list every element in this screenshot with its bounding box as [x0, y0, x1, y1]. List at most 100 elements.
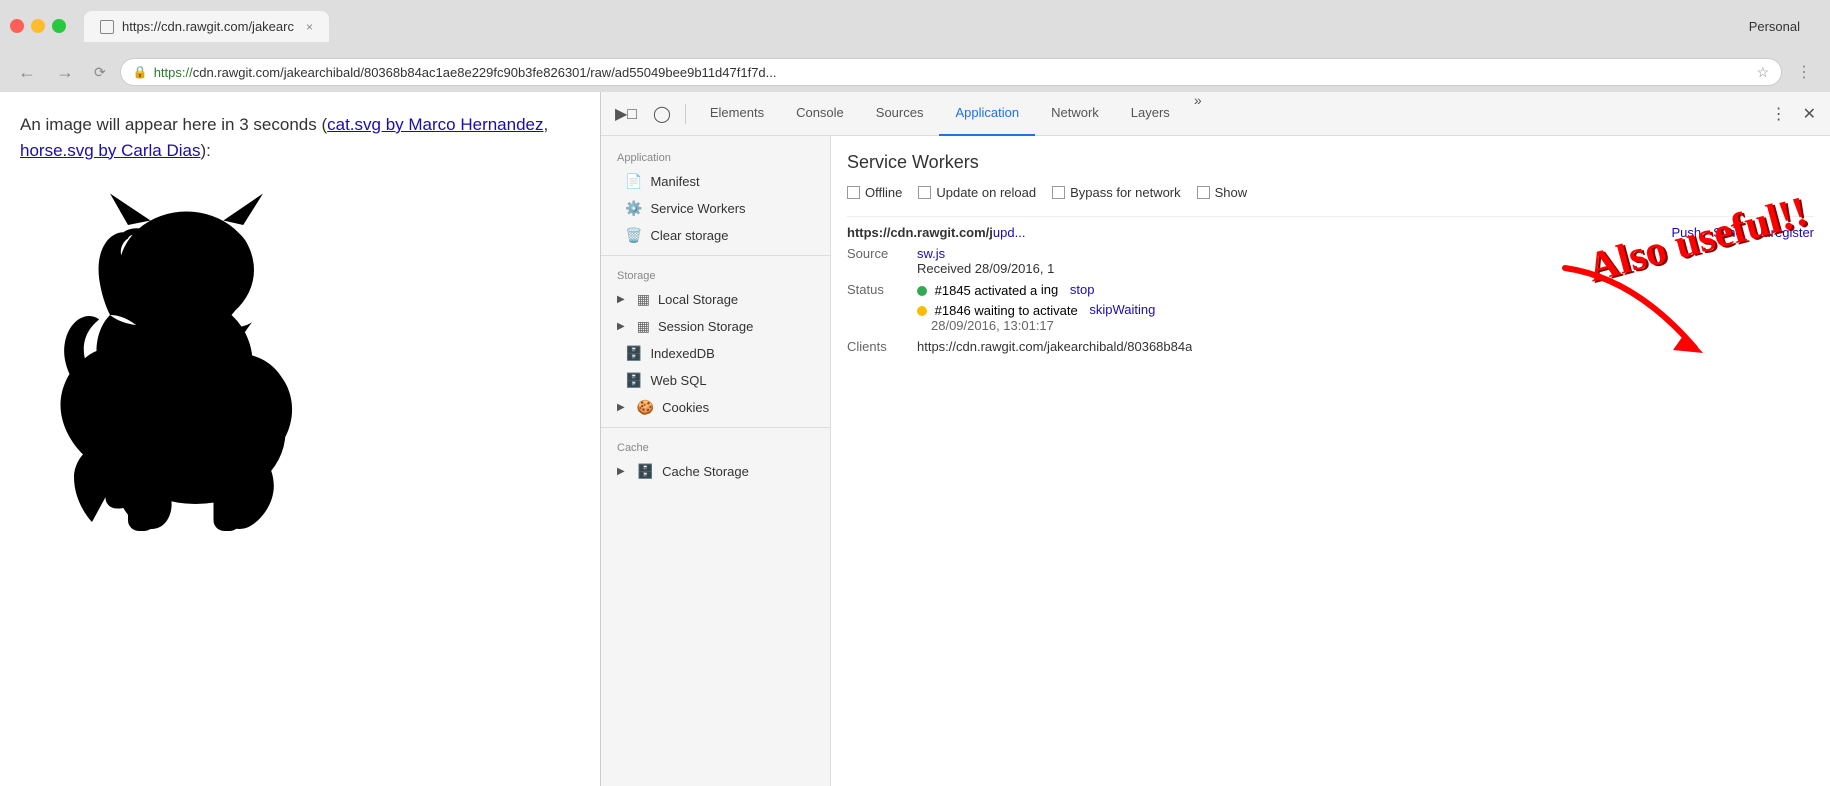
local-storage-icon: ▦ [637, 291, 650, 308]
browser-tab[interactable]: https://cdn.rawgit.com/jakearc × [84, 11, 329, 42]
page-text: An image will appear here in 3 seconds (… [20, 112, 580, 163]
tab-sources[interactable]: Sources [860, 92, 940, 136]
stop-link[interactable]: stop [1070, 282, 1095, 297]
tab-layers-label: Layers [1131, 105, 1170, 120]
main-content: An image will appear here in 3 seconds (… [0, 92, 1830, 786]
unregister-link[interactable]: Unregister [1754, 225, 1814, 240]
sidebar-item-service-workers[interactable]: ⚙️ Service Workers [601, 195, 830, 222]
devtools-toolbar: ▶□ ◯ Elements Console Sources [601, 92, 1830, 136]
toolbar-separator [685, 104, 686, 124]
sync-link[interactable]: Sync [1713, 225, 1742, 240]
sidebar-item-session-storage[interactable]: ▶ ▦ Session Storage [601, 313, 830, 340]
source-link[interactable]: sw.js [917, 246, 945, 261]
devtools-panel: ▶□ ◯ Elements Console Sources [600, 92, 1830, 786]
new-tab-button[interactable] [329, 10, 389, 42]
show-checkbox-box[interactable] [1197, 186, 1210, 199]
sidebar-local-storage-label: Local Storage [658, 292, 738, 307]
panel-title: Service Workers [847, 152, 1814, 173]
service-workers-icon: ⚙️ [625, 200, 642, 217]
update-on-reload-checkbox[interactable]: Update on reload [918, 185, 1036, 200]
sidebar-item-websql[interactable]: 🗄️ Web SQL [601, 367, 830, 394]
sidebar-item-clear-storage[interactable]: 🗑️ Clear storage [601, 222, 830, 249]
status-label: Status [847, 282, 917, 297]
cookies-arrow: ▶ [617, 402, 625, 413]
bookmark-icon[interactable]: ☆ [1756, 64, 1769, 81]
menu-icon[interactable]: ⋮ [1790, 60, 1818, 84]
worker-source-row: Source sw.js Received 28/09/2016, 1 [847, 246, 1814, 276]
local-storage-arrow: ▶ [617, 294, 625, 305]
status-1: #1845 activated a ing stop [917, 282, 1155, 298]
more-tabs-button[interactable]: » [1186, 92, 1210, 136]
status-1-dot [917, 286, 927, 296]
tab-elements-label: Elements [710, 105, 764, 120]
forward-button[interactable]: → [50, 60, 80, 85]
reload-button[interactable]: ⟳ [88, 62, 112, 83]
sidebar-manifest-label: Manifest [650, 174, 699, 189]
devtools-more-options[interactable]: ⋮ [1765, 100, 1793, 128]
offline-checkbox-box[interactable] [847, 186, 860, 199]
sidebar-websql-label: Web SQL [650, 373, 706, 388]
devtools-end-icons: ⋮ ✕ [1765, 100, 1822, 128]
url-bar[interactable]: 🔒 https://cdn.rawgit.com/jakearchibald/8… [120, 58, 1782, 86]
tab-network-label: Network [1051, 105, 1099, 120]
tab-favicon [100, 20, 114, 34]
status-1-text: #1845 activated a [935, 283, 1038, 298]
status-2-dot [917, 306, 927, 316]
indexeddb-icon: 🗄️ [625, 345, 642, 362]
sidebar-clear-storage-label: Clear storage [650, 228, 728, 243]
page-text-after: ): [200, 141, 210, 160]
tab-close-button[interactable]: × [306, 20, 313, 34]
update-on-reload-checkbox-box[interactable] [918, 186, 931, 199]
bypass-network-checkbox[interactable]: Bypass for network [1052, 185, 1181, 200]
tab-layers[interactable]: Layers [1115, 92, 1186, 136]
tab-elements[interactable]: Elements [694, 92, 780, 136]
devtools-close-button[interactable]: ✕ [1797, 100, 1822, 128]
show-label: Show [1215, 185, 1248, 200]
source-received: Received 28/09/2016, 1 [917, 261, 1054, 276]
status-2-time: 28/09/2016, 13:01:17 [931, 318, 1054, 333]
panel-options: Offline Update on reload Bypass for netw… [847, 185, 1814, 200]
tab-console-label: Console [796, 105, 844, 120]
page-content: An image will appear here in 3 seconds (… [0, 92, 600, 786]
tab-console[interactable]: Console [780, 92, 860, 136]
devtools-container: ▶□ ◯ Elements Console Sources [600, 92, 1830, 786]
url-https: https:// [154, 65, 193, 80]
skip-waiting-link[interactable]: skipWaiting [1089, 302, 1155, 317]
maximize-button[interactable] [52, 19, 66, 33]
devtools-body: Application 📄 Manifest ⚙️ Service Worker… [601, 136, 1830, 786]
offline-label: Offline [865, 185, 902, 200]
sidebar-item-cache-storage[interactable]: ▶ 🗄️ Cache Storage [601, 458, 830, 485]
offline-checkbox[interactable]: Offline [847, 185, 902, 200]
session-storage-icon: ▦ [637, 318, 650, 335]
sidebar-cache-storage-label: Cache Storage [662, 464, 749, 479]
sidebar-cookies-label: Cookies [662, 400, 709, 415]
sidebar-section-cache: Cache [601, 434, 830, 458]
sidebar-item-local-storage[interactable]: ▶ ▦ Local Storage [601, 286, 830, 313]
tab-sources-label: Sources [876, 105, 924, 120]
cache-storage-icon: 🗄️ [637, 463, 654, 480]
sidebar-item-indexeddb[interactable]: 🗄️ IndexedDB [601, 340, 830, 367]
back-button[interactable]: ← [12, 60, 42, 85]
tab-bar: https://cdn.rawgit.com/jakearc × [84, 10, 1741, 42]
minimize-button[interactable] [31, 19, 45, 33]
close-button[interactable] [10, 19, 24, 33]
tab-application[interactable]: Application [939, 92, 1035, 136]
inspect-element-button[interactable]: ▶□ [609, 100, 643, 128]
bypass-network-checkbox-box[interactable] [1052, 186, 1065, 199]
sidebar-item-cookies[interactable]: ▶ 🍪 Cookies [601, 394, 830, 421]
cat-image [20, 179, 380, 559]
cat-svg-link[interactable]: cat.svg by Marco Hernandez [327, 115, 543, 134]
show-checkbox[interactable]: Show [1197, 185, 1248, 200]
tab-network[interactable]: Network [1035, 92, 1115, 136]
url-text: https://cdn.rawgit.com/jakearchibald/803… [154, 65, 1747, 80]
horse-svg-link[interactable]: horse.svg by Carla Dias [20, 141, 200, 160]
address-bar: ← → ⟳ 🔒 https://cdn.rawgit.com/jakearchi… [0, 52, 1830, 92]
page-text-middle: , [544, 115, 549, 134]
sidebar-item-manifest[interactable]: 📄 Manifest [601, 168, 830, 195]
device-toolbar-button[interactable]: ◯ [647, 100, 677, 128]
tab-application-label: Application [955, 105, 1019, 120]
cache-storage-arrow: ▶ [617, 466, 625, 477]
title-bar: https://cdn.rawgit.com/jakearc × Persona… [0, 0, 1830, 52]
push-link[interactable]: Push [1671, 225, 1701, 240]
worker-url-text: https://cdn.rawgit.com/j [847, 225, 993, 240]
